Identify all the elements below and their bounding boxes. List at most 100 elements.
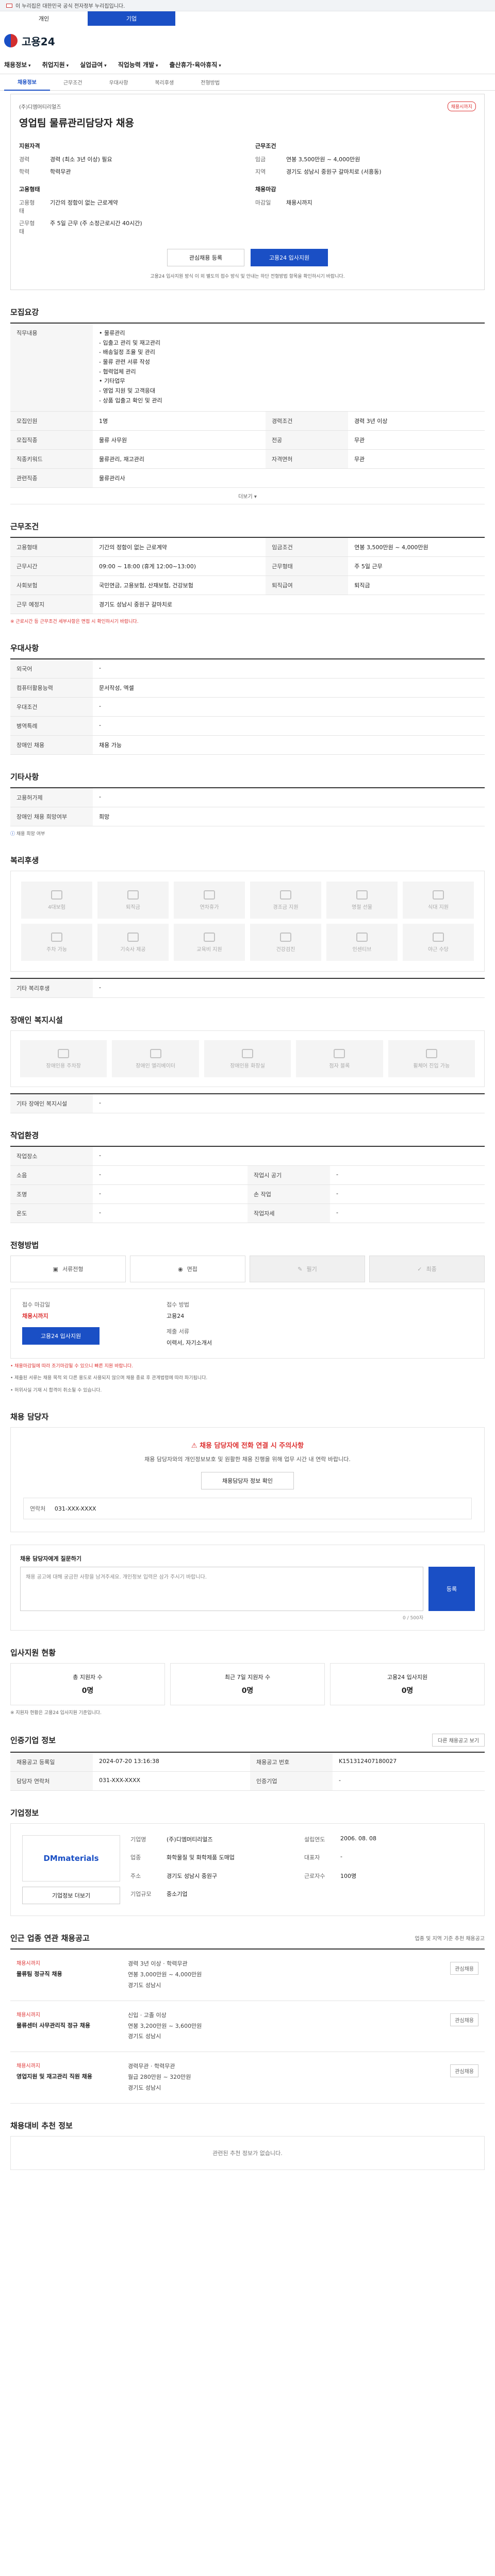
pref-label: 컴퓨터활용능력 bbox=[10, 678, 93, 698]
section-title-text: 근무조건 bbox=[10, 521, 39, 531]
welfare-label: 기숙사 제공 bbox=[120, 946, 146, 953]
tab-company[interactable]: 기업 bbox=[88, 11, 175, 26]
apply-button-2[interactable]: 고용24 입사지원 bbox=[22, 1327, 100, 1345]
pref-label: 병역특례 bbox=[10, 716, 93, 736]
apply-button[interactable]: 고용24 입사지원 bbox=[251, 249, 328, 266]
subnav-welfare[interactable]: 복리후생 bbox=[141, 78, 187, 86]
job-title-link[interactable]: 영업지원 및 재고관리 직원 채용 bbox=[16, 2072, 120, 2080]
mgr-value: K151312407180027 bbox=[333, 1752, 485, 1772]
summary-label: 학력 bbox=[19, 168, 30, 175]
job-description: • 물류관리 - 입출고 관리 및 재고관리 - 배송일정 조율 및 관리 - … bbox=[93, 323, 485, 412]
recruit-more-button[interactable]: 더보기 ▾ bbox=[10, 488, 485, 504]
company-label: 주소 bbox=[130, 1872, 141, 1879]
inquiry-submit-button[interactable]: 등록 bbox=[428, 1566, 475, 1611]
subnav-selection[interactable]: 전형방법 bbox=[187, 78, 233, 86]
disability-box: 장애인용 주차장 장애인 엘리베이터 장애인용 화장실 점자 블록 휠체어 진입… bbox=[10, 1030, 485, 1088]
scrap-job-button[interactable]: 관심채용 등록 bbox=[167, 249, 244, 266]
scrap-button[interactable]: 관심채용 bbox=[450, 2064, 478, 2078]
selection-note: • 허위사실 기재 시 합격이 취소될 수 있습니다. bbox=[10, 1387, 102, 1393]
section-title-text: 복리후생 bbox=[10, 856, 39, 866]
warning-icon: ⚠ bbox=[191, 1442, 200, 1450]
other-jobs-button[interactable]: 다른 채용공고 보기 bbox=[432, 1733, 485, 1747]
gnb-item-unemployment-benefit[interactable]: 실업급여 bbox=[80, 60, 107, 69]
company-label: 업종 bbox=[130, 1854, 141, 1861]
list-item[interactable]: 채용시까지 물류팀 정규직 채용 경력 3년 이상 · 학력무관 연봉 3,000만… bbox=[10, 1950, 485, 2001]
welfare-label: 건강검진 bbox=[276, 946, 295, 953]
recruit-value: 물류관리사 bbox=[93, 468, 485, 488]
gnb-item-vocational-training[interactable]: 직업능력 개발 bbox=[118, 60, 158, 69]
summary-value: 경기도 성남시 중원구 갈마치로 (서흥동) bbox=[286, 168, 382, 175]
section-title-selection: 전형방법 bbox=[10, 1240, 485, 1250]
section-title-applicants: 입사지원 현황 bbox=[10, 1647, 485, 1658]
summary-value: 경력 (최소 3년 이상) 필요 bbox=[50, 156, 112, 163]
cond-label: 근무시간 bbox=[10, 556, 93, 576]
gnb-item-jobs[interactable]: 채용정보 bbox=[4, 60, 31, 69]
contact-box: ⚠ 채용 담당자에 전화 연결 시 주의사항 채용 담당자와의 개인정보보호 및… bbox=[10, 1427, 485, 1532]
company-name[interactable]: (주)디엠머티리얼즈 bbox=[19, 103, 61, 110]
contact-info-button[interactable]: 채용담당자 정보 확인 bbox=[201, 1471, 294, 1489]
job-summary-card: (주)디엠머티리얼즈 채용시까지 영업팀 물류관리담당자 채용 지원자격 경력 경… bbox=[10, 94, 485, 290]
company-label: 설립연도 bbox=[304, 1836, 325, 1843]
recruit-value: 물류관리, 재고관리 bbox=[93, 449, 266, 469]
disability-label: 장애인용 주차장 bbox=[46, 1063, 81, 1069]
section-title-welfare: 복리후생 bbox=[10, 855, 485, 866]
summary-heading-deadline: 채용마감 bbox=[255, 186, 276, 193]
recruit-value: 경력 3년 이상 bbox=[348, 411, 485, 431]
pref-value: - bbox=[93, 697, 485, 717]
recruit-label: 직종키워드 bbox=[10, 449, 93, 469]
inquiry-textarea[interactable]: 채용 공고에 대해 궁금한 사항을 남겨주세요. 개인정보 입력은 삼가 주시기… bbox=[20, 1566, 423, 1611]
company-value: 화학물질 및 화학제품 도매업 bbox=[167, 1854, 235, 1861]
braille-icon bbox=[334, 1048, 345, 1058]
goyong24-logo-icon[interactable] bbox=[4, 34, 18, 47]
gnb-item-employment-support[interactable]: 취업지원 bbox=[42, 60, 69, 69]
gnb-item-parental-leave[interactable]: 출산휴가·육아휴직 bbox=[170, 60, 221, 69]
job-meta: 연봉 3,200만원 ~ 3,600만원 bbox=[128, 2022, 202, 2029]
stat-label: 고용24 입사지원 bbox=[387, 1673, 428, 1681]
other-link[interactable]: ⓘ 채용 희망 여부 bbox=[10, 831, 485, 838]
company-more-button[interactable]: 기업정보 더보기 bbox=[22, 1886, 120, 1904]
site-logo-text[interactable]: 고용24 bbox=[22, 33, 55, 48]
cond-label: 고용형태 bbox=[10, 537, 93, 557]
scrap-button[interactable]: 관심채용 bbox=[450, 1961, 478, 1975]
cond-label: 근무 예정지 bbox=[10, 595, 93, 614]
section-title-nearby: 채용대비 추천 정보 bbox=[10, 2120, 485, 2131]
cond-value: 경기도 성남시 중원구 갈마치로 bbox=[93, 595, 485, 614]
mgr-value: - bbox=[333, 1771, 485, 1791]
section-title-company: 기업정보 bbox=[10, 1807, 485, 1818]
subnav-preference[interactable]: 우대사항 bbox=[96, 78, 142, 86]
env-label: 온도 bbox=[10, 1204, 93, 1224]
job-title-link[interactable]: 물류센터 사무관리직 정규 채용 bbox=[16, 2021, 120, 2029]
meal-icon bbox=[433, 890, 444, 900]
scrap-button[interactable]: 관심채용 bbox=[450, 2013, 478, 2026]
section-title-conditions: 근무조건 bbox=[10, 521, 485, 532]
subnav-recruit[interactable]: 채용정보 bbox=[4, 74, 50, 91]
section-title-text: 작업환경 bbox=[10, 1131, 39, 1141]
related-job-list: 채용시까지 물류팀 정규직 채용 경력 3년 이상 · 학력무관 연봉 3,000만… bbox=[10, 1948, 485, 2104]
recruit-label: 자격면허 bbox=[265, 449, 348, 469]
company-label: 대표자 bbox=[304, 1854, 320, 1861]
related-note: 업종 및 지역 기준 추천 채용공고 bbox=[415, 1936, 485, 1942]
inquiry-label: 채용 담당자에게 질문하기 bbox=[20, 1555, 81, 1562]
welfare-item: 야근 수당 bbox=[403, 924, 474, 961]
section-title-other: 기타사항 bbox=[10, 771, 485, 782]
recruit-table: 직무내용 • 물류관리 - 입출고 관리 및 재고관리 - 배송일정 조율 및 … bbox=[10, 323, 485, 488]
env-label: 조명 bbox=[10, 1184, 93, 1205]
applicants-note: ※ 지원자 현황은 고용24 입사지원 기준입니다. bbox=[10, 1710, 102, 1716]
mgr-label: 인증기업 bbox=[250, 1771, 333, 1791]
dormitory-icon bbox=[127, 932, 139, 942]
tab-individual[interactable]: 개인 bbox=[0, 11, 88, 26]
welfare-label: 명절 선물 bbox=[352, 904, 372, 910]
gov-banner-text: 이 누리집은 대한민국 공식 전자정부 누리집입니다. bbox=[15, 4, 125, 9]
manager-table: 채용공고 등록일 2024-07-20 13:16:38 채용공고 번호 K15131… bbox=[10, 1751, 485, 1791]
recruit-label: 모집인원 bbox=[10, 411, 93, 431]
disability-item: 장애인용 화장실 bbox=[204, 1040, 291, 1078]
section-title-related: 인근 업종 연관 채용공고 업종 및 지역 기준 추천 채용공고 bbox=[10, 1933, 485, 1943]
subnav-conditions[interactable]: 근무조건 bbox=[50, 78, 96, 86]
step-label: 면접 bbox=[187, 1266, 197, 1273]
job-meta: 연봉 3,000만원 ~ 4,000만원 bbox=[128, 1971, 202, 1978]
job-title-link[interactable]: 물류팀 정규직 채용 bbox=[16, 1970, 120, 1978]
list-item[interactable]: 채용시까지 영업지원 및 재고관리 직원 채용 경력무관 · 학력무관 월급 280… bbox=[10, 2052, 485, 2104]
gift-icon bbox=[280, 890, 291, 900]
list-item[interactable]: 채용시까지 물류센터 사무관리직 정규 채용 신입 · 고졸 이상 연봉 3,200… bbox=[10, 2001, 485, 2053]
mgr-label: 담당자 연락처 bbox=[10, 1771, 93, 1791]
